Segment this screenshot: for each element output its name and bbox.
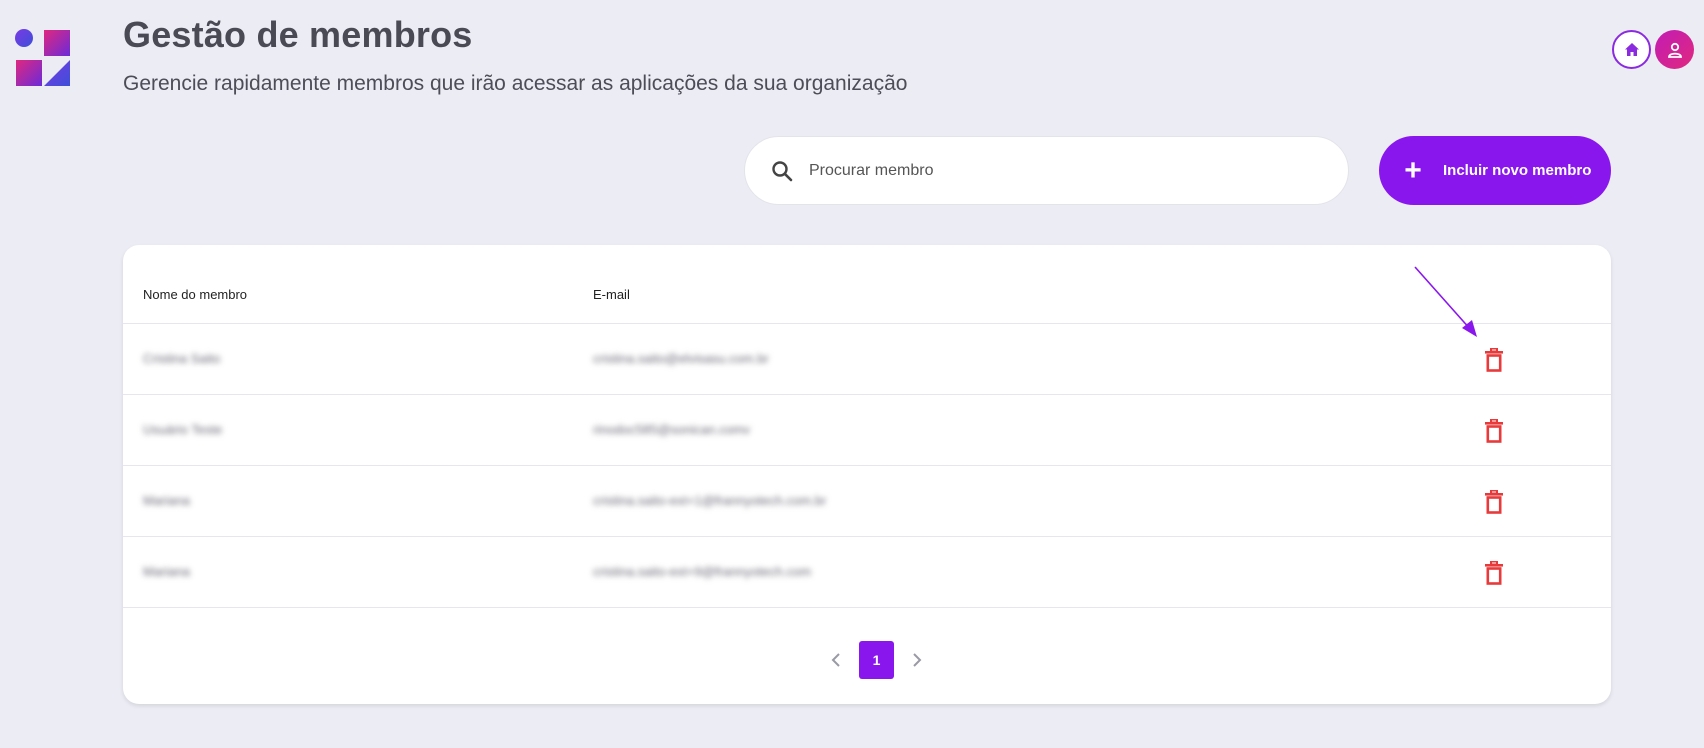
trash-icon — [1485, 490, 1503, 514]
home-button[interactable] — [1612, 30, 1651, 69]
page-subtitle: Gerencie rapidamente membros que irão ac… — [123, 72, 908, 95]
column-header-email: E-mail — [593, 287, 630, 302]
delete-member-button[interactable] — [1481, 488, 1507, 516]
prev-page-button[interactable] — [823, 641, 849, 679]
trash-icon — [1485, 561, 1503, 585]
chevron-right-icon — [913, 653, 922, 667]
member-name: Mariana — [143, 493, 190, 508]
member-name: Usuário Teste — [143, 422, 223, 437]
members-table: Nome do membro E-mail Cristina Saito cri… — [123, 245, 1611, 704]
trash-icon — [1485, 348, 1503, 372]
annotation-arrow — [1414, 266, 1477, 337]
app-logo — [15, 29, 70, 86]
add-member-button[interactable]: + Incluir novo membro — [1379, 136, 1611, 205]
home-icon — [1624, 42, 1639, 56]
page-title: Gestão de membros — [123, 14, 473, 55]
table-row: Mariana cristina.saito-ext+9@frannyotech… — [123, 537, 1611, 608]
delete-member-button[interactable] — [1481, 417, 1507, 445]
search-icon — [772, 160, 793, 181]
user-icon — [1667, 42, 1682, 58]
page-number-button[interactable]: 1 — [859, 641, 894, 679]
table-header: Nome do membro E-mail — [123, 245, 1611, 324]
table-row: Usuário Teste rinodoc585@sonican.comv — [123, 395, 1611, 466]
add-member-label: Incluir novo membro — [1443, 162, 1592, 179]
member-name: Mariana — [143, 564, 190, 579]
member-email: rinodoc585@sonican.comv — [593, 422, 751, 437]
column-header-name: Nome do membro — [143, 287, 248, 302]
chevron-left-icon — [831, 653, 840, 667]
delete-member-button[interactable] — [1481, 559, 1507, 587]
member-name: Cristina Saito — [143, 351, 221, 366]
table-row: Cristina Saito cristina.saito@elvisasu.c… — [123, 324, 1611, 395]
pagination: 1 — [823, 641, 930, 679]
next-page-button[interactable] — [904, 641, 930, 679]
member-management-page: Gestão de membros Gerencie rapidamente m… — [0, 0, 1704, 748]
delete-member-button[interactable] — [1481, 346, 1507, 374]
member-email: cristina.saito-ext+9@frannyotech.com — [593, 564, 812, 579]
member-email: cristina.saito@elvisasu.com.br — [593, 351, 769, 366]
member-email: cristina.saito-ext+1@frannyotech.com.br — [593, 493, 827, 508]
search-input[interactable] — [809, 161, 1309, 180]
user-avatar-button[interactable] — [1655, 30, 1694, 69]
trash-icon — [1485, 419, 1503, 443]
plus-icon: + — [1404, 153, 1422, 187]
table-row: Mariana cristina.saito-ext+1@frannyotech… — [123, 466, 1611, 537]
search-box[interactable] — [744, 136, 1349, 205]
